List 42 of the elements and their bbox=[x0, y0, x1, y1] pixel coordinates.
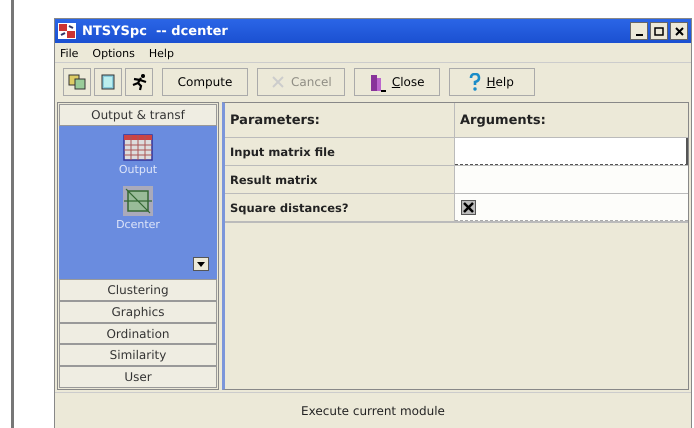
maximize-icon bbox=[654, 26, 664, 36]
status-text: Execute current module bbox=[301, 404, 445, 418]
diagonal-square-icon[interactable] bbox=[123, 186, 153, 216]
help-button[interactable]: Help bbox=[448, 68, 535, 96]
close-button[interactable] bbox=[670, 22, 688, 40]
minimize-icon bbox=[636, 34, 642, 36]
input-field[interactable] bbox=[455, 166, 688, 193]
input-field[interactable] bbox=[455, 138, 688, 165]
app-icon bbox=[58, 23, 76, 39]
window-title: NTSYSpc -- dcenter bbox=[82, 24, 229, 38]
runner-button[interactable] bbox=[125, 68, 153, 96]
checkbox[interactable] bbox=[461, 200, 476, 214]
compute-button[interactable]: Compute bbox=[162, 68, 248, 96]
menu-item[interactable]: Options bbox=[91, 47, 136, 60]
parameter-label: Input matrix file bbox=[225, 138, 455, 166]
close-module-button[interactable]: Close bbox=[354, 68, 440, 96]
menu-item[interactable]: File bbox=[59, 47, 80, 60]
module-label: Output bbox=[118, 162, 158, 176]
close-icon bbox=[674, 26, 684, 36]
caret-icon bbox=[197, 262, 205, 267]
notes-icon bbox=[99, 73, 117, 91]
column-header: Parameters: bbox=[225, 103, 455, 138]
minimize-button[interactable] bbox=[630, 22, 648, 40]
table-grid-icon[interactable] bbox=[123, 134, 153, 161]
category-tab[interactable]: Similarity bbox=[59, 344, 217, 366]
copy-button[interactable] bbox=[63, 68, 91, 96]
menu-item[interactable]: Help bbox=[148, 47, 175, 60]
dropdown-button[interactable] bbox=[193, 257, 209, 272]
category-tab[interactable]: Ordination bbox=[59, 322, 217, 344]
category-tab[interactable]: Output & transf bbox=[59, 104, 217, 126]
copy-icon bbox=[67, 73, 87, 91]
category-tab[interactable]: Clustering bbox=[59, 279, 217, 301]
parameter-label: Result matrix bbox=[225, 166, 455, 194]
maximize-button[interactable] bbox=[650, 22, 668, 40]
help-icon bbox=[469, 73, 482, 91]
parameter-label: Square distances? bbox=[225, 194, 455, 222]
category-tab[interactable]: User bbox=[59, 366, 217, 388]
notes-button[interactable] bbox=[94, 68, 122, 96]
cancel-icon bbox=[270, 74, 286, 90]
module-label: Dcenter bbox=[116, 218, 160, 231]
category-tab[interactable]: Graphics bbox=[59, 300, 217, 323]
door-icon bbox=[368, 72, 387, 92]
